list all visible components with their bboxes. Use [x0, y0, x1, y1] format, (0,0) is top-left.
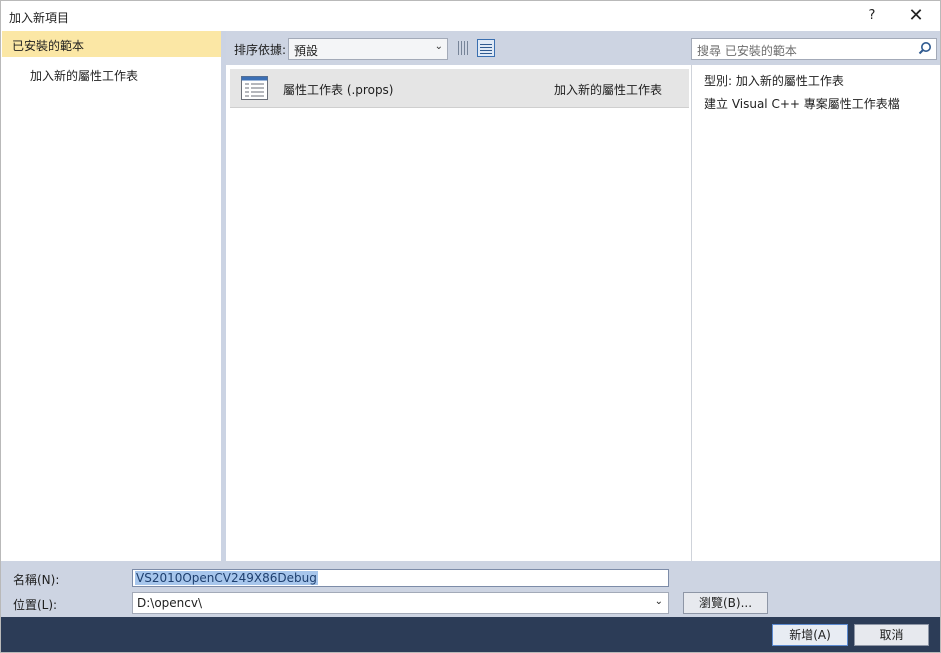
- location-dropdown[interactable]: D:\opencv\ ⌄: [132, 592, 669, 614]
- search-placeholder: 搜尋 已安裝的範本: [697, 44, 797, 58]
- name-value: VS2010OpenCV249X86Debug: [135, 571, 318, 585]
- list-view-icon: [480, 42, 492, 54]
- chevron-down-icon: ⌄: [434, 41, 443, 52]
- add-new-item-dialog: 加入新項目 ? ✕ 已安裝的範本 加入新的屬性工作表 排序依據: 預設 ⌄ 搜尋…: [0, 0, 941, 653]
- sort-label: 排序依據:: [234, 43, 287, 57]
- tree-header-installed-templates[interactable]: 已安裝的範本: [2, 31, 221, 57]
- name-label: 名稱(N):: [13, 573, 60, 587]
- small-icons-view-icon: [458, 41, 470, 55]
- cancel-button[interactable]: 取消: [854, 624, 929, 646]
- browse-button[interactable]: 瀏覽(B)...: [683, 592, 768, 614]
- sort-dropdown[interactable]: 預設 ⌄: [288, 38, 448, 60]
- template-item-property-sheet[interactable]: 屬性工作表 (.props) 加入新的屬性工作表: [230, 69, 689, 108]
- window-title: 加入新項目: [9, 11, 70, 25]
- chevron-down-icon: ⌄: [654, 596, 663, 607]
- template-list: 屬性工作表 (.props) 加入新的屬性工作表: [226, 65, 691, 561]
- location-value: D:\opencv\: [137, 596, 203, 610]
- help-button[interactable]: ?: [855, 5, 889, 27]
- dialog-footer: 新增(A) 取消: [1, 617, 940, 652]
- tree-header-label: 已安裝的範本: [12, 39, 85, 53]
- property-sheet-icon: [241, 76, 268, 100]
- sort-value: 預設: [294, 44, 319, 58]
- search-input[interactable]: 搜尋 已安裝的範本: [691, 38, 937, 60]
- tree-item-add-property-sheet[interactable]: 加入新的屬性工作表: [30, 67, 138, 84]
- small-icons-view-button[interactable]: [455, 39, 473, 57]
- list-view-button[interactable]: [477, 39, 495, 57]
- template-details: 型別: 加入新的屬性工作表 建立 Visual C++ 專案屬性工作表檔: [692, 65, 940, 561]
- item-form: 名稱(N): VS2010OpenCV249X86Debug 位置(L): D:…: [1, 561, 940, 617]
- template-toolbar: 排序依據: 預設 ⌄ 搜尋 已安裝的範本: [226, 31, 940, 65]
- search-icon[interactable]: [918, 41, 932, 55]
- location-label: 位置(L):: [13, 598, 58, 612]
- title-bar: 加入新項目 ? ✕: [1, 1, 940, 31]
- add-button[interactable]: 新增(A): [772, 624, 848, 646]
- template-category: 加入新的屬性工作表: [554, 83, 663, 97]
- template-name: 屬性工作表 (.props): [283, 83, 394, 97]
- template-type: 型別: 加入新的屬性工作表: [704, 74, 844, 88]
- close-button[interactable]: ✕: [899, 5, 933, 27]
- template-tree: 已安裝的範本 加入新的屬性工作表: [2, 31, 221, 561]
- template-description: 建立 Visual C++ 專案屬性工作表檔: [704, 97, 900, 111]
- name-field[interactable]: VS2010OpenCV249X86Debug: [132, 569, 669, 587]
